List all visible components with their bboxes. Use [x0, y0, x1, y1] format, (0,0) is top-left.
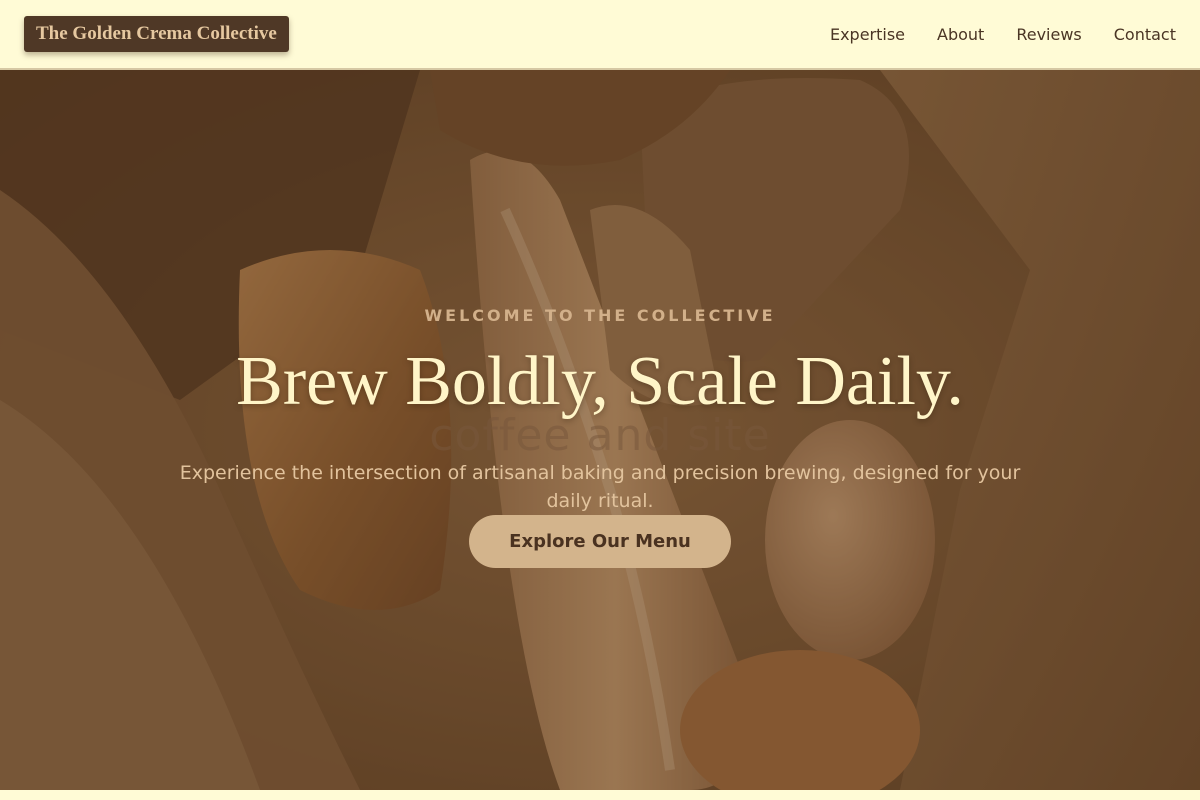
page-bottom-strip	[0, 790, 1200, 800]
hero-eyebrow: WELCOME TO THE COLLECTIVE	[424, 306, 776, 325]
nav-link-expertise[interactable]: Expertise	[830, 25, 905, 44]
hero-section: WELCOME TO THE COLLECTIVE coffee and sit…	[0, 70, 1200, 790]
hero-subtext: Experience the intersection of artisanal…	[179, 462, 1021, 512]
nav-link-about[interactable]: About	[937, 25, 984, 44]
hero-content: WELCOME TO THE COLLECTIVE coffee and sit…	[0, 70, 1200, 790]
nav-link-contact[interactable]: Contact	[1114, 25, 1176, 44]
hero-headline: Brew Boldly, Scale Daily.	[236, 343, 964, 420]
site-header: The Golden Crema Collective Expertise Ab…	[0, 0, 1200, 70]
brand-logo[interactable]: The Golden Crema Collective	[24, 16, 289, 52]
nav-link-reviews[interactable]: Reviews	[1016, 25, 1081, 44]
explore-menu-button[interactable]: Explore Our Menu	[469, 515, 731, 568]
main-nav: Expertise About Reviews Contact	[830, 0, 1176, 68]
